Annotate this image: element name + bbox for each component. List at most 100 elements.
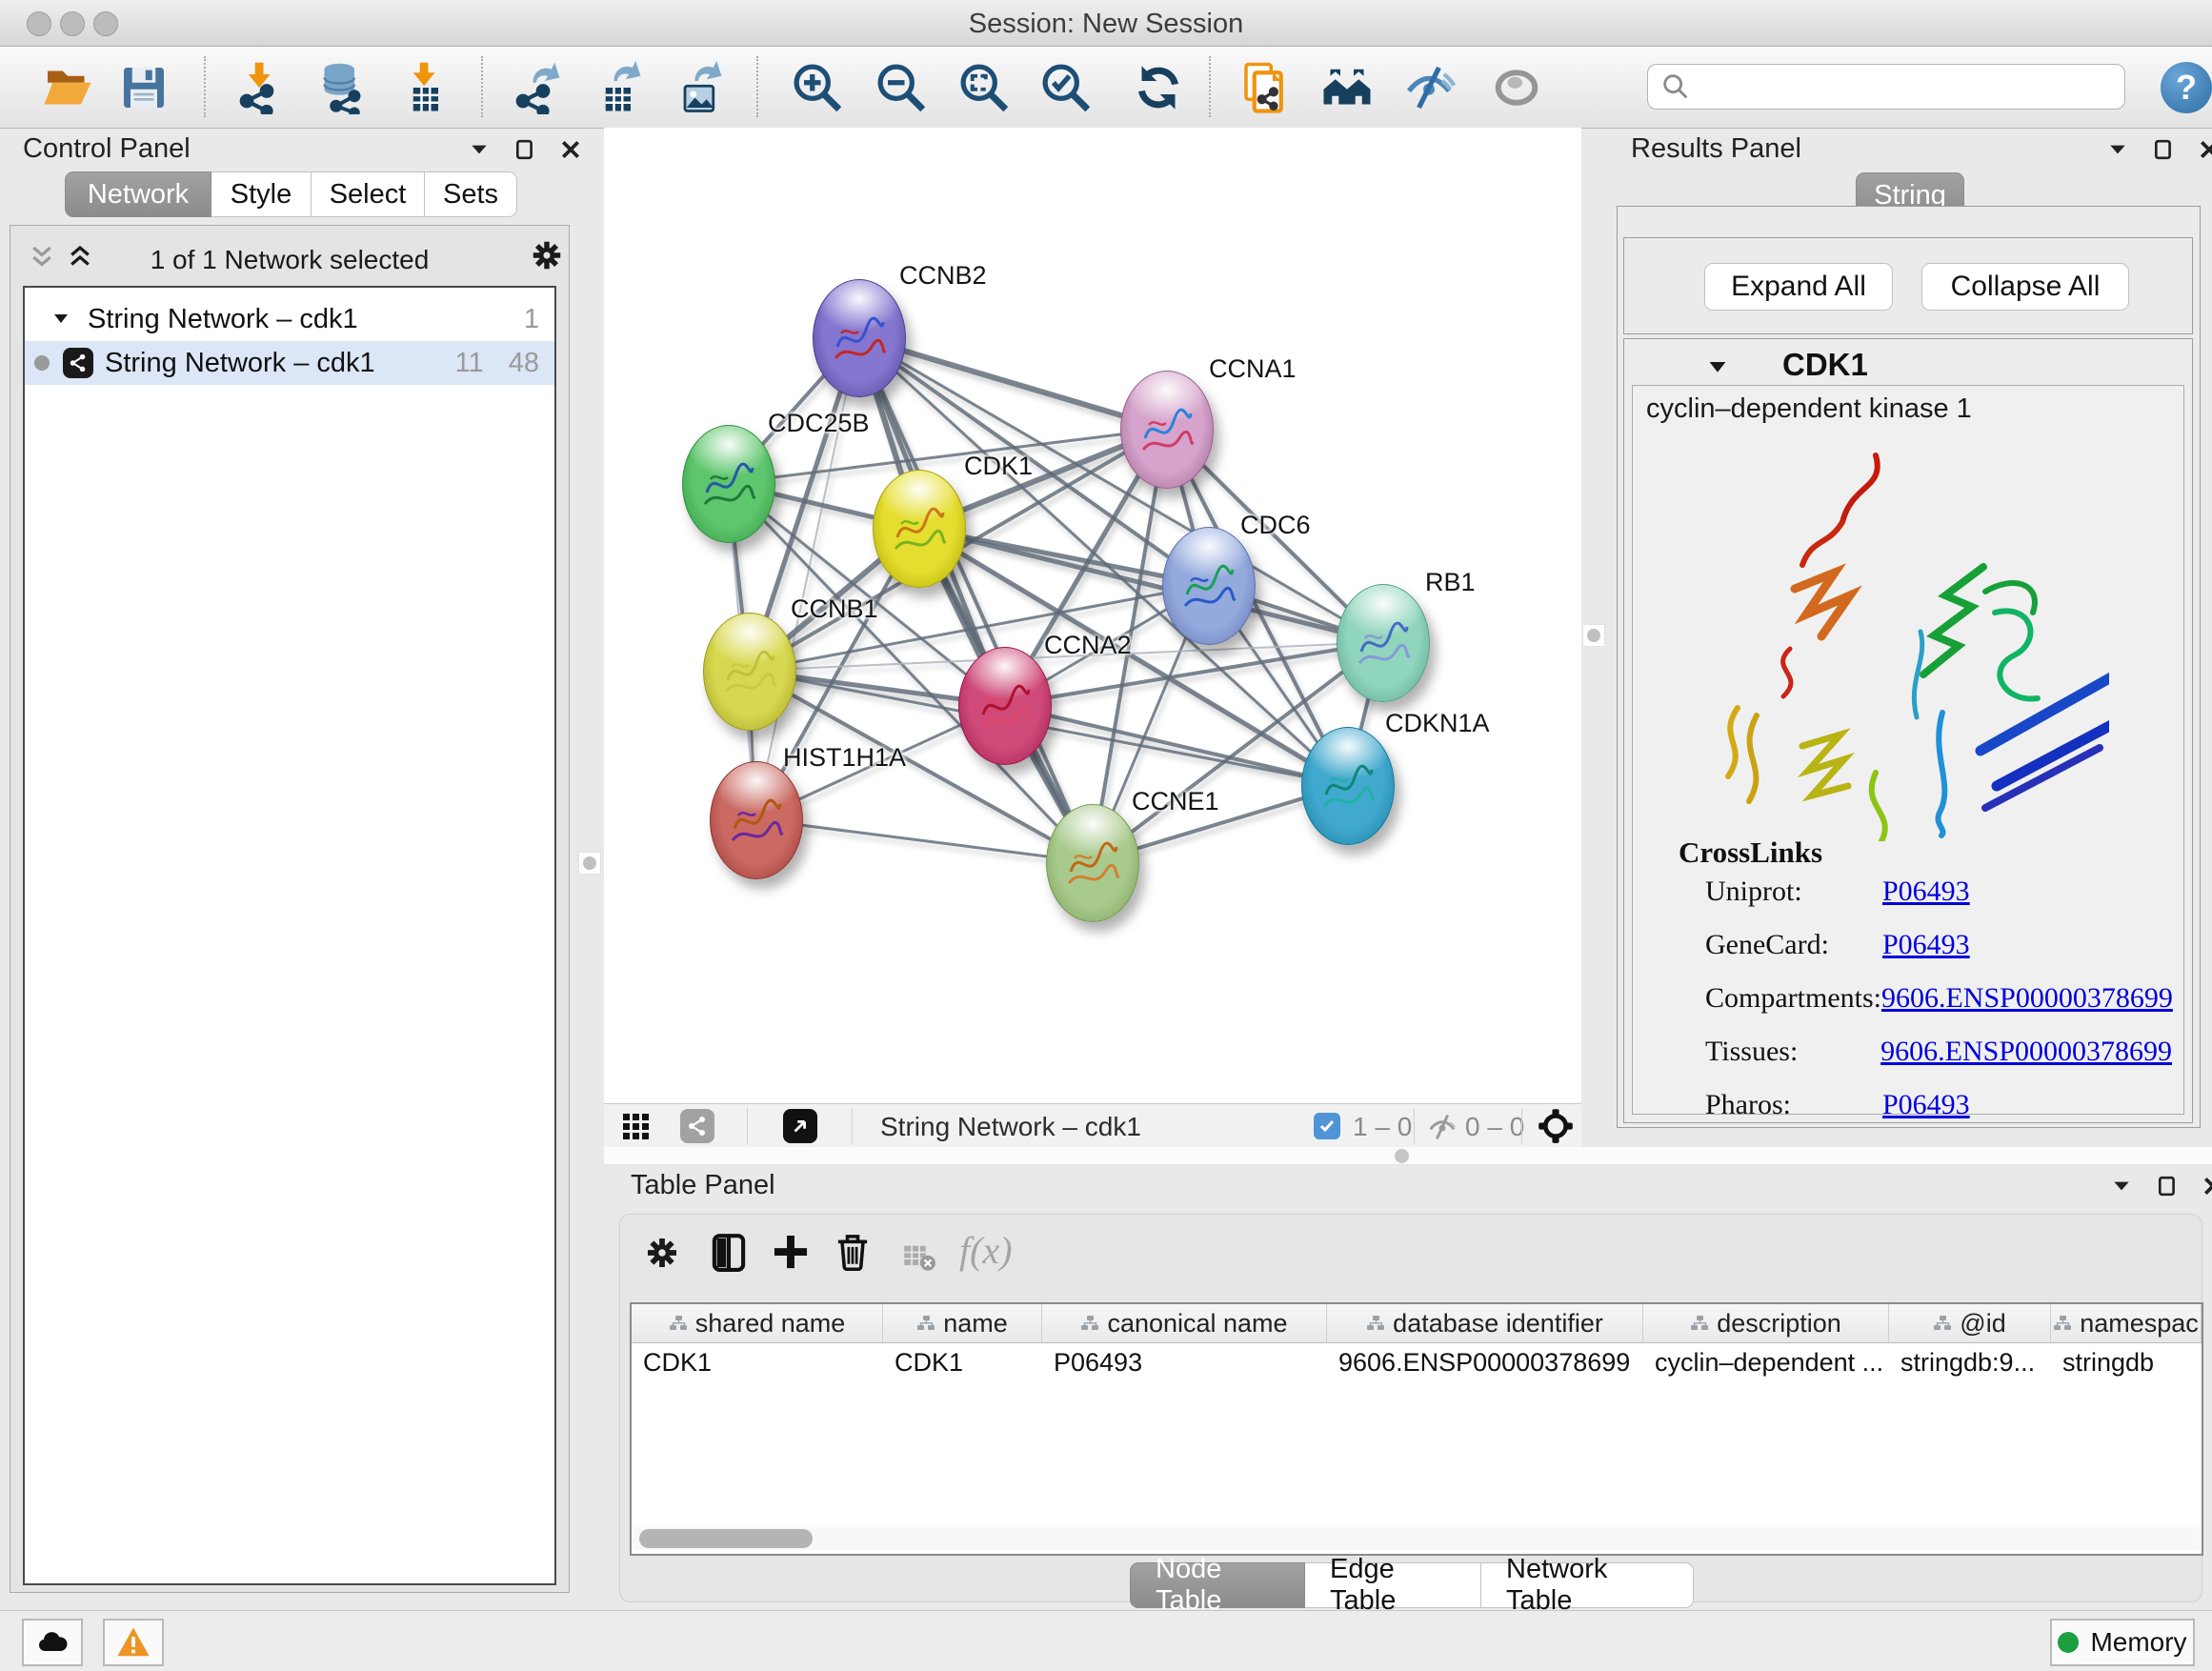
collapse-all-button[interactable]: Collapse All [1921,263,2129,311]
panel-menu-icon[interactable] [469,139,490,160]
crosslink-label: Tissues: [1705,1036,1880,1068]
zoom-out-icon[interactable] [874,60,929,115]
splitter-handle-dot[interactable] [1395,1149,1409,1163]
float-panel-icon[interactable] [514,139,535,160]
table-cell[interactable]: CDK1 [883,1343,1042,1381]
hide-selected-icon[interactable] [1401,60,1457,115]
string-view-icon[interactable] [680,1109,714,1143]
column-header-database-identifier[interactable]: database identifier [1327,1304,1643,1342]
node-label-CCNB2: CCNB2 [899,261,987,291]
open-in-window-icon[interactable] [783,1109,817,1143]
warnings-button[interactable] [103,1619,164,1666]
crosslink-link[interactable]: 9606.ENSP00000378699 [1880,1036,2172,1068]
function-builder-button[interactable]: f(x) [959,1228,1013,1273]
column-header-shared-name[interactable]: shared name [632,1304,883,1342]
tab-edge-table[interactable]: Edge Table [1305,1562,1481,1608]
close-panel-icon[interactable] [2199,139,2212,160]
crosslink-link[interactable]: P06493 [1882,876,1970,908]
zoom-fit-icon[interactable] [956,60,1012,115]
network-node-CDK1[interactable] [873,470,966,588]
export-network-icon[interactable] [509,60,564,115]
network-options-gear-icon[interactable] [529,237,565,273]
protein-thumbnail [725,791,788,861]
column-header-namespac[interactable]: namespac [2051,1304,2202,1342]
right-splitter-handle[interactable] [1582,624,1605,647]
network-node-CDC25B[interactable] [682,425,775,543]
help-icon[interactable]: ? [2161,62,2212,113]
table-cell[interactable]: stringdb:9... [1889,1343,2051,1381]
tab-network-table[interactable]: Network Table [1481,1562,1694,1608]
toolbar-separator [756,56,758,117]
show-columns-icon[interactable] [708,1232,750,1274]
network-row-selected[interactable]: String Network – cdk1 11 48 [25,341,554,385]
export-table-icon[interactable] [590,60,645,115]
table-cell[interactable]: 9606.ENSP00000378699 [1327,1343,1643,1381]
crosslink-link[interactable]: 9606.ENSP00000378699 [1881,982,2173,1015]
search-input[interactable] [1698,71,2124,103]
tab-select[interactable]: Select [312,171,425,217]
column-header--id[interactable]: @id [1889,1304,2051,1342]
network-node-CCNE1[interactable] [1046,804,1139,922]
tab-network[interactable]: Network [65,171,211,217]
automation-cloud-button[interactable] [22,1619,83,1666]
panel-menu-icon[interactable] [2111,1176,2132,1197]
network-canvas[interactable]: CCNB2 CCNA1 CDC25B CDK1 CDC6 RB1 CCNB1 C… [604,128,1581,1103]
selected-checkbox-icon[interactable] [1314,1113,1340,1139]
float-panel-icon[interactable] [2157,1176,2178,1197]
table-horizontal-scrollbar[interactable] [633,1527,2200,1550]
tab-sets[interactable]: Sets [425,171,517,217]
zoom-in-icon[interactable] [790,60,845,115]
network-node-RB1[interactable] [1337,584,1430,702]
float-panel-icon[interactable] [2153,139,2174,160]
open-session-icon[interactable] [40,60,95,115]
network-node-CCNB1[interactable] [703,613,796,731]
gene-symbol: CDK1 [1782,347,1868,383]
gene-expander-icon[interactable] [1706,356,1729,379]
import-database-icon[interactable] [313,60,369,115]
crosslink-link[interactable]: P06493 [1882,929,1970,961]
tab-style[interactable]: Style [211,171,312,217]
table-cell[interactable]: CDK1 [632,1343,883,1381]
delete-column-icon[interactable] [832,1230,874,1272]
network-node-CCNB2[interactable] [813,279,906,397]
zoom-selected-icon[interactable] [1038,60,1094,115]
network-list: String Network – cdk1 1 String Network –… [23,286,556,1585]
crosslink-link[interactable]: P06493 [1882,1089,1970,1121]
panel-menu-icon[interactable] [2107,139,2128,160]
collection-expander-icon[interactable] [51,310,70,329]
network-node-HIST1H1A[interactable] [710,761,803,879]
network-node-CCNA2[interactable] [958,647,1052,765]
close-panel-icon[interactable] [2202,1176,2212,1197]
table-options-gear-icon[interactable] [643,1234,681,1272]
save-session-icon[interactable] [116,60,171,115]
close-panel-icon[interactable] [560,139,581,160]
delete-table-icon[interactable] [902,1239,936,1274]
show-all-icon[interactable] [1489,60,1544,115]
import-network-icon[interactable] [232,60,288,115]
table-row[interactable]: CDK1CDK1P064939606.ENSP00000378699cyclin… [632,1343,2202,1381]
table-cell[interactable]: cyclin–dependent ... [1643,1343,1889,1381]
table-cell[interactable]: stringdb [2051,1343,2202,1381]
network-collection-row[interactable]: String Network – cdk1 1 [25,297,554,341]
string-document-icon[interactable] [1238,60,1294,115]
expand-all-button[interactable]: Expand All [1704,263,1893,311]
search-field[interactable] [1647,64,2125,110]
export-image-icon[interactable] [671,60,726,115]
scrollbar-thumb[interactable] [639,1529,813,1548]
network-node-CCNA1[interactable] [1120,371,1214,489]
network-node-CDKN1A[interactable] [1301,727,1395,845]
refresh-icon[interactable] [1131,60,1186,115]
column-header-description[interactable]: description [1643,1304,1889,1342]
import-table-icon[interactable] [397,60,452,115]
column-header-canonical-name[interactable]: canonical name [1042,1304,1327,1342]
column-header-name[interactable]: name [883,1304,1042,1342]
network-node-CDC6[interactable] [1162,527,1256,645]
memory-button[interactable]: Memory [2050,1619,2195,1666]
left-splitter-handle[interactable] [578,852,601,875]
fit-selected-target-icon[interactable] [1538,1108,1574,1144]
add-column-icon[interactable] [771,1232,811,1272]
home-icon[interactable] [1319,60,1375,115]
birdseye-grid-icon[interactable] [621,1112,652,1142]
table-cell[interactable]: P06493 [1042,1343,1327,1381]
tab-node-table[interactable]: Node Table [1130,1562,1305,1608]
